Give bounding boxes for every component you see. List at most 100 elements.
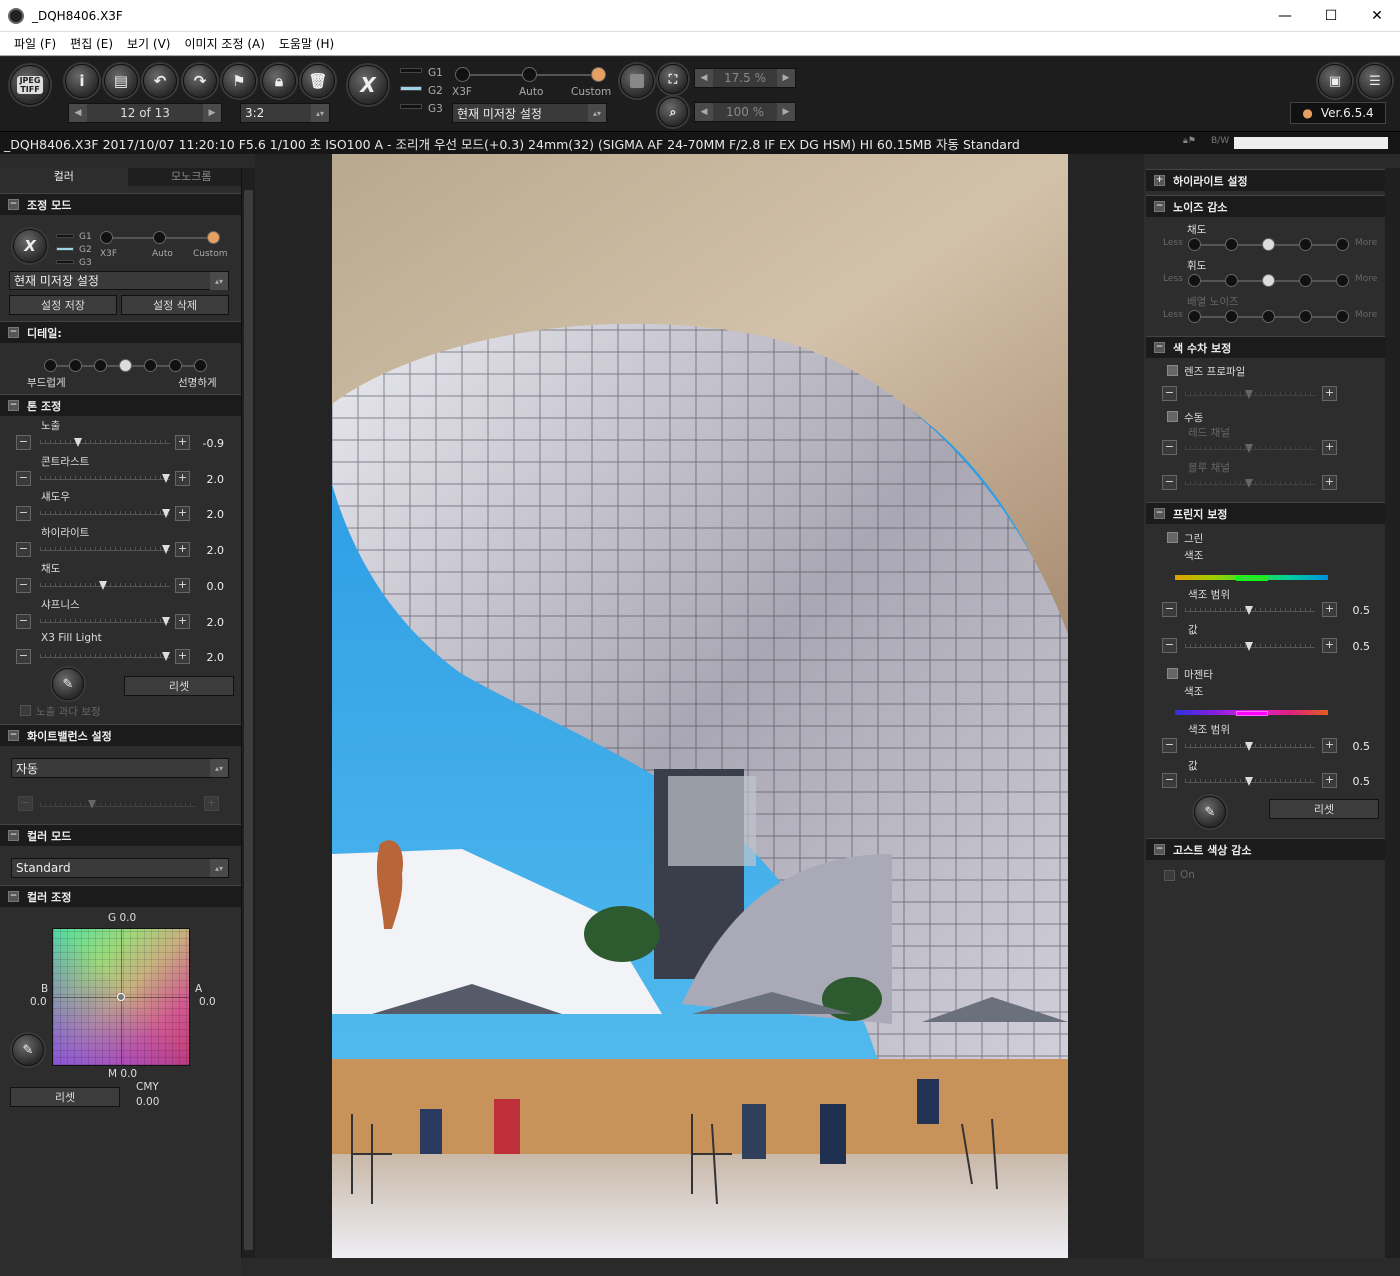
detail-dot[interactable] [44, 359, 57, 372]
noise-level-dot-selected[interactable] [1262, 274, 1275, 287]
green-value-increase[interactable]: + [1322, 638, 1337, 653]
detail-header[interactable]: − 디테일: [0, 321, 241, 343]
menu-view[interactable]: 보기 (V) [127, 35, 170, 52]
detail-dot[interactable] [94, 359, 107, 372]
zoom-increase[interactable]: ▶ [777, 103, 795, 121]
green-value-decrease[interactable]: − [1162, 638, 1177, 653]
tone-decrease-button[interactable]: − [16, 613, 31, 629]
lens-profile-checkbox[interactable] [1167, 365, 1178, 376]
highlight-settings-header[interactable]: + 하이라이트 설정 [1146, 169, 1385, 191]
white-balance-select[interactable]: 자동 ▴▾ [11, 758, 229, 778]
green-fringe-checkbox[interactable] [1167, 532, 1178, 543]
overexposure-checkbox[interactable] [20, 705, 31, 716]
mode-auto-dot[interactable] [522, 67, 537, 82]
magenta-fringe-checkbox[interactable] [1167, 668, 1178, 679]
tone-increase-button[interactable]: + [175, 506, 190, 522]
right-scrollbar[interactable] [1385, 168, 1400, 1258]
info-button[interactable]: i [65, 64, 99, 98]
mode-auto-dot[interactable] [153, 231, 166, 244]
tone-increase-button[interactable]: + [175, 613, 190, 629]
noise-level-dot[interactable] [1336, 274, 1349, 287]
tone-slider-track[interactable] [40, 547, 170, 552]
delete-settings-button[interactable]: 설정 삭제 [121, 295, 229, 315]
zoom-fit-decrease[interactable]: ◀ [695, 69, 713, 87]
noise-level-dot[interactable] [1299, 238, 1312, 251]
color-eyedropper-button[interactable]: ✎ [12, 1034, 44, 1066]
zoom-100-button[interactable]: ⌕ [658, 97, 688, 127]
wb-increase-button[interactable]: + [204, 796, 219, 811]
settings-button[interactable]: ☰ [1358, 64, 1392, 98]
noise-level-dot[interactable] [1225, 238, 1238, 251]
tone-increase-button[interactable]: + [175, 435, 190, 450]
menu-edit[interactable]: 편집 (E) [70, 35, 113, 52]
tone-slider-handle[interactable] [162, 652, 170, 662]
prev-image-button[interactable]: ◀ [69, 104, 87, 122]
tone-decrease-button[interactable]: − [16, 649, 31, 665]
tone-increase-button[interactable]: + [175, 542, 190, 558]
next-image-button[interactable]: ▶ [203, 104, 221, 122]
preset-select[interactable]: 현재 미저장 설정 ▴▾ [452, 103, 607, 123]
detail-dot[interactable] [169, 359, 182, 372]
noise-level-dot[interactable] [1299, 274, 1312, 287]
maximize-button[interactable]: ☐ [1308, 0, 1354, 32]
color-adjust-grid[interactable] [52, 928, 190, 1066]
chromatic-aberration-header[interactable]: − 색 수차 보정 [1146, 336, 1385, 358]
tone-slider-handle[interactable] [162, 473, 170, 483]
noise-level-dot-selected[interactable] [1262, 238, 1275, 251]
color-reset-button[interactable]: 리셋 [10, 1087, 120, 1107]
jpeg-tiff-save-button[interactable]: JPEG TIFF [10, 65, 50, 105]
close-button[interactable]: ✕ [1354, 0, 1400, 32]
color-adjust-header[interactable]: − 컬러 조정 [0, 885, 241, 907]
rotate-right-button[interactable]: ↷ [183, 64, 217, 98]
fit-screen-button[interactable]: ⛶ [658, 64, 688, 94]
tone-slider-track[interactable] [40, 654, 170, 659]
tone-slider-handle[interactable] [162, 545, 170, 555]
tone-increase-button[interactable]: + [175, 577, 190, 593]
green-range-increase[interactable]: + [1322, 602, 1337, 617]
mode-x3f-dot[interactable] [455, 67, 470, 82]
magenta-range-increase[interactable]: + [1322, 738, 1337, 753]
tone-decrease-button[interactable]: − [16, 542, 31, 558]
tone-reset-button[interactable]: 리셋 [124, 676, 234, 696]
noise-reduction-header[interactable]: − 노이즈 감소 [1146, 195, 1385, 217]
tone-increase-button[interactable]: + [175, 649, 190, 665]
stop-button[interactable] [620, 64, 654, 98]
tone-slider-track[interactable] [40, 618, 170, 623]
tone-header[interactable]: − 톤 조정 [0, 394, 241, 416]
color-mode-select[interactable]: Standard ▴▾ [11, 858, 229, 878]
green-range-decrease[interactable]: − [1162, 602, 1177, 617]
tone-decrease-button[interactable]: − [16, 435, 31, 450]
x3f-mode-button-panel[interactable]: X [13, 229, 47, 263]
menu-help[interactable]: 도움말 (H) [279, 35, 334, 52]
print-button[interactable]: ▤ [104, 64, 138, 98]
menu-image-adjust[interactable]: 이미지 조정 (A) [184, 35, 264, 52]
blue-increase-button[interactable]: + [1322, 475, 1337, 490]
detail-dot[interactable] [194, 359, 207, 372]
fringe-eyedropper-button[interactable]: ✎ [1194, 796, 1226, 828]
preset-select-panel[interactable]: 현재 미저장 설정 ▴▾ [9, 271, 229, 290]
ratio-select[interactable]: 3:2 ▴▾ [240, 103, 330, 123]
color-picker-handle[interactable] [117, 993, 125, 1001]
tone-slider-track[interactable] [40, 511, 170, 516]
save-settings-button[interactable]: 설정 저장 [9, 295, 117, 315]
photo-preview[interactable] [332, 154, 1068, 1258]
flag-button[interactable]: ⚑ [222, 64, 256, 98]
red-decrease-button[interactable]: − [1162, 440, 1177, 455]
magenta-value-decrease[interactable]: − [1162, 773, 1177, 788]
noise-level-dot[interactable] [1188, 238, 1201, 251]
lens-decrease-button[interactable]: − [1162, 386, 1177, 401]
ghost-on-checkbox[interactable] [1164, 870, 1175, 881]
tone-decrease-button[interactable]: − [16, 506, 31, 522]
green-hue-range[interactable] [1236, 576, 1268, 581]
delete-button[interactable]: 🗑︎ [301, 64, 335, 98]
image-view-button[interactable]: ▣ [1318, 64, 1352, 98]
tone-slider-handle[interactable] [99, 580, 107, 590]
zoom-decrease[interactable]: ◀ [695, 103, 713, 121]
tone-slider-handle[interactable] [162, 616, 170, 626]
x3f-mode-button[interactable]: X [348, 65, 388, 105]
tone-slider-track[interactable] [40, 475, 170, 480]
fringe-correction-header[interactable]: − 프린지 보정 [1146, 502, 1385, 524]
lock-button[interactable]: 🔒︎ [262, 64, 296, 98]
white-balance-header[interactable]: − 화이트밸런스 설정 [0, 724, 241, 746]
ghost-color-header[interactable]: − 고스트 색상 감소 [1146, 838, 1385, 860]
